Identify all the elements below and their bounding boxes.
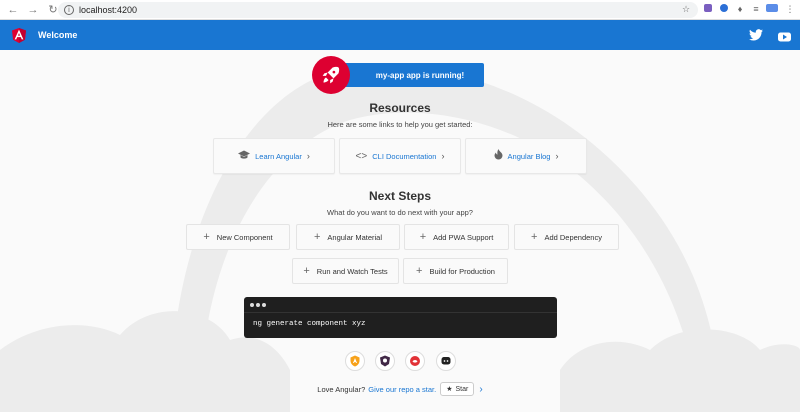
add-dependency-label: Add Dependency [544,232,602,242]
ngrx-link[interactable] [375,351,395,371]
plus-icon: + [419,231,427,243]
chevron-right-icon[interactable]: › [479,384,482,395]
window-dot-icon [262,302,266,307]
add-pwa-support-button[interactable]: + Add PWA Support [404,224,509,250]
run-and-watch-tests-label: Run and Watch Tests [316,266,388,276]
next-steps-title: Next Steps [368,189,432,203]
rocket-icon [312,56,350,94]
animations-link[interactable] [345,351,365,371]
run-and-watch-tests-button[interactable]: + Run and Watch Tests [292,258,399,284]
plus-icon: + [303,265,310,277]
code-icon: <> [355,150,368,162]
window-dot-icon [250,302,254,307]
window-dot-icon [256,302,260,307]
chevron-right-icon: › [555,151,559,161]
footer-prefix: Love Angular? [317,384,366,394]
terminal-command: ng generate component xyz [253,320,366,328]
next-steps-subtitle: What do you want to do next with your ap… [327,208,473,217]
cli-documentation-label: CLI Documentation [372,151,437,161]
star-button[interactable]: ★ Star [440,382,475,396]
graduation-cap-icon [238,150,251,163]
flame-icon [494,149,503,163]
main-content: my-app app is running! Resources Here ar… [0,0,800,396]
plus-icon: + [531,231,538,243]
learn-angular-label: Learn Angular [255,151,302,161]
plus-icon: + [416,265,423,277]
resources-title: Resources [369,101,431,115]
angular-blog-label: Angular Blog [507,151,551,161]
star-label: Star [455,385,469,393]
build-for-production-button[interactable]: + Build for Production [403,258,508,284]
app-running-banner: my-app app is running! [336,63,484,87]
give-star-link[interactable]: Give our repo a star. [368,385,436,394]
add-pwa-support-label: Add PWA Support [433,232,494,242]
discord-icon [441,357,451,365]
build-for-production-label: Build for Production [429,266,495,276]
footer: Love Angular? Give our repo a star. ★ St… [0,382,800,396]
cli-documentation-link[interactable]: <> CLI Documentation › [339,138,461,174]
plus-icon: + [203,231,210,243]
shield-icon [350,355,360,367]
angular-material-button[interactable]: + Angular Material [296,224,400,250]
app-running-text: my-app app is running! [375,70,465,80]
terminal-title-bar [244,297,557,313]
new-component-label: New Component [216,232,273,242]
plus-icon: + [313,231,321,243]
discord-link[interactable] [436,351,456,371]
universal-link[interactable] [405,351,425,371]
devtools-icon [410,356,420,366]
learn-angular-link[interactable]: Learn Angular › [213,138,335,174]
chevron-right-icon: › [306,151,310,161]
resources-subtitle: Here are some links to help you get star… [327,120,473,129]
angular-material-label: Angular Material [327,232,383,242]
ngrx-icon [380,355,390,367]
angular-blog-link[interactable]: Angular Blog › [465,138,587,174]
add-dependency-button[interactable]: + Add Dependency [514,224,619,250]
terminal-panel: ng generate component xyz [244,297,557,338]
chevron-right-icon: › [441,151,445,161]
new-component-button[interactable]: + New Component [186,224,290,250]
star-icon: ★ [446,386,453,393]
